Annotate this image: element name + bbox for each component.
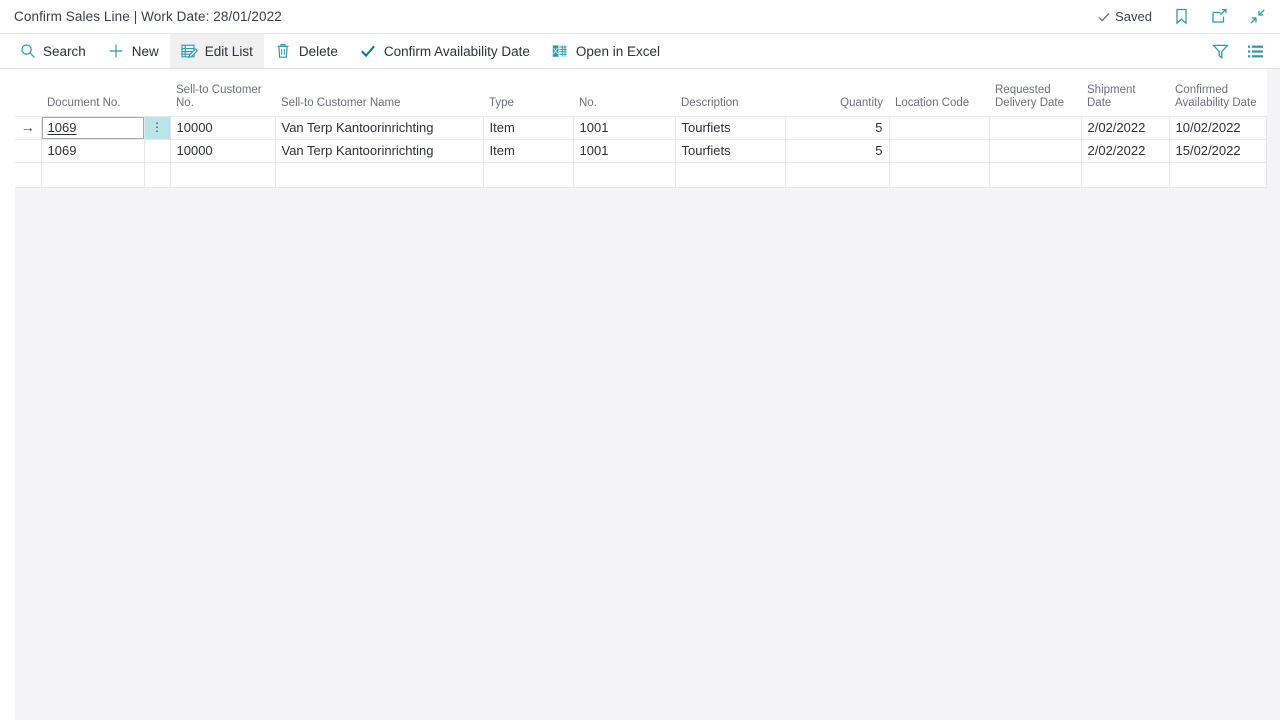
- cell-no[interactable]: 1001: [572, 138, 676, 163]
- delete-button-label: Delete: [298, 43, 338, 59]
- row-menu-icon[interactable]: ⋮: [144, 117, 169, 138]
- filter-icon[interactable]: [1212, 43, 1229, 60]
- edit-list-button[interactable]: Edit List: [169, 34, 264, 68]
- command-bar: Search New Edit List Delete Confirm Avai…: [0, 33, 1280, 69]
- cell-document-no[interactable]: 1069: [40, 138, 145, 163]
- search-button[interactable]: Search: [14, 34, 97, 68]
- row-menu-cell[interactable]: [144, 138, 171, 163]
- header-location-code[interactable]: Location Code: [889, 69, 989, 116]
- header-shipment-date[interactable]: Shipment Date: [1081, 69, 1169, 116]
- title-bar-actions: Saved: [1097, 8, 1266, 26]
- edit-list-button-label: Edit List: [204, 43, 253, 59]
- cell-sell-to-customer-name[interactable]: Van Terp Kantoorinrichting: [274, 138, 484, 163]
- row-indicator: [15, 161, 41, 188]
- cell-no[interactable]: 1001: [572, 115, 676, 140]
- row-menu-cell[interactable]: ⋮: [144, 115, 171, 140]
- checkmark-icon: [360, 43, 377, 60]
- cell-shipment-date[interactable]: 2/02/2022: [1080, 115, 1170, 140]
- cell-description[interactable]: [674, 161, 786, 188]
- collapse-icon[interactable]: [1248, 8, 1266, 26]
- table-row[interactable]: → 1069 ⋮ 10000 Van Terp Kantoorinrichtin…: [15, 115, 1267, 140]
- cell-document-no[interactable]: [40, 161, 145, 188]
- status-badge-saved: Saved: [1097, 9, 1152, 24]
- cell-document-no-value: 1069: [47, 120, 77, 135]
- search-button-label: Search: [43, 43, 86, 59]
- cell-quantity[interactable]: 5: [784, 138, 890, 163]
- cell-document-no[interactable]: 1069: [40, 115, 145, 140]
- excel-icon: X: [552, 43, 569, 60]
- trash-icon: [275, 43, 292, 60]
- open-in-excel-label: Open in Excel: [575, 43, 660, 59]
- list-view-icon[interactable]: [1247, 43, 1264, 60]
- cell-shipment-date[interactable]: [1080, 161, 1170, 188]
- title-bar: Confirm Sales Line | Work Date: 28/01/20…: [0, 0, 1280, 33]
- cell-shipment-date[interactable]: 2/02/2022: [1080, 138, 1170, 163]
- table-header: Document No. Sell-to Customer No. Sell-t…: [15, 69, 1266, 116]
- header-sell-to-customer-no[interactable]: Sell-to Customer No.: [170, 69, 275, 116]
- cell-sell-to-customer-no[interactable]: 10000: [169, 138, 276, 163]
- cell-type[interactable]: Item: [482, 138, 574, 163]
- cell-confirmed-availability-date[interactable]: 15/02/2022: [1168, 138, 1267, 163]
- cell-sell-to-customer-name[interactable]: Van Terp Kantoorinrichting: [274, 115, 484, 140]
- cell-quantity[interactable]: 5: [784, 115, 890, 140]
- cell-type[interactable]: [482, 161, 574, 188]
- checkmark-icon: [1097, 10, 1111, 24]
- cell-location-code[interactable]: [888, 115, 990, 140]
- table-body: → 1069 ⋮ 10000 Van Terp Kantoorinrichtin…: [15, 115, 1267, 188]
- cell-type[interactable]: Item: [482, 115, 574, 140]
- confirm-availability-date-button[interactable]: Confirm Availability Date: [349, 34, 541, 68]
- page-title: Confirm Sales Line | Work Date: 28/01/20…: [14, 9, 282, 24]
- header-row-menu: [144, 69, 170, 116]
- row-indicator: →: [15, 115, 41, 140]
- cell-description[interactable]: Tourfiets: [674, 138, 786, 163]
- saved-label: Saved: [1115, 9, 1152, 24]
- cell-requested-delivery-date[interactable]: [988, 115, 1082, 140]
- cell-confirmed-availability-date[interactable]: [1168, 161, 1267, 188]
- cell-sell-to-customer-no[interactable]: [169, 161, 276, 188]
- table-row-new-placeholder[interactable]: [15, 161, 1267, 188]
- header-sell-to-customer-name[interactable]: Sell-to Customer Name: [275, 69, 483, 116]
- open-in-excel-button[interactable]: X Open in Excel: [541, 34, 671, 68]
- command-bar-right-actions: [1212, 34, 1266, 68]
- header-type[interactable]: Type: [483, 69, 573, 116]
- cell-location-code[interactable]: [888, 161, 990, 188]
- delete-button[interactable]: Delete: [264, 34, 349, 68]
- current-row-arrow-icon: →: [20, 119, 35, 135]
- cell-quantity[interactable]: [784, 161, 890, 188]
- table-row[interactable]: 1069 10000 Van Terp Kantoorinrichting It…: [15, 138, 1267, 163]
- row-menu-cell[interactable]: [144, 161, 171, 188]
- cell-requested-delivery-date[interactable]: [988, 138, 1082, 163]
- header-no[interactable]: No.: [573, 69, 675, 116]
- header-description[interactable]: Description: [675, 69, 785, 116]
- header-row-indicator: [15, 69, 41, 116]
- cell-description[interactable]: Tourfiets: [674, 115, 786, 140]
- sales-lines-table: Document No. Sell-to Customer No. Sell-t…: [15, 69, 1267, 188]
- cell-sell-to-customer-name[interactable]: [274, 161, 484, 188]
- header-document-no[interactable]: Document No.: [41, 69, 144, 116]
- table-header-row: Document No. Sell-to Customer No. Sell-t…: [15, 69, 1266, 116]
- plus-icon: [108, 43, 125, 60]
- cell-location-code[interactable]: [888, 138, 990, 163]
- header-quantity[interactable]: Quantity: [785, 69, 889, 116]
- open-in-new-window-icon[interactable]: [1210, 8, 1228, 26]
- cell-no[interactable]: [572, 161, 676, 188]
- cell-requested-delivery-date[interactable]: [988, 161, 1082, 188]
- bookmark-icon[interactable]: [1172, 8, 1190, 26]
- content-area: Document No. Sell-to Customer No. Sell-t…: [0, 69, 1280, 720]
- row-indicator: [15, 138, 41, 163]
- cell-sell-to-customer-no[interactable]: 10000: [169, 115, 276, 140]
- edit-list-icon: [181, 43, 198, 60]
- sales-lines-grid: Document No. Sell-to Customer No. Sell-t…: [15, 69, 1267, 188]
- svg-text:X: X: [553, 47, 559, 56]
- new-button-label: New: [131, 43, 159, 59]
- search-icon: [19, 43, 36, 60]
- header-requested-delivery-date[interactable]: Requested Delivery Date: [989, 69, 1081, 116]
- cell-confirmed-availability-date[interactable]: 10/02/2022: [1168, 115, 1267, 140]
- confirm-availability-date-label: Confirm Availability Date: [383, 43, 530, 59]
- header-confirmed-availability-date[interactable]: Confirmed Availability Date: [1169, 69, 1266, 116]
- new-button[interactable]: New: [97, 34, 170, 68]
